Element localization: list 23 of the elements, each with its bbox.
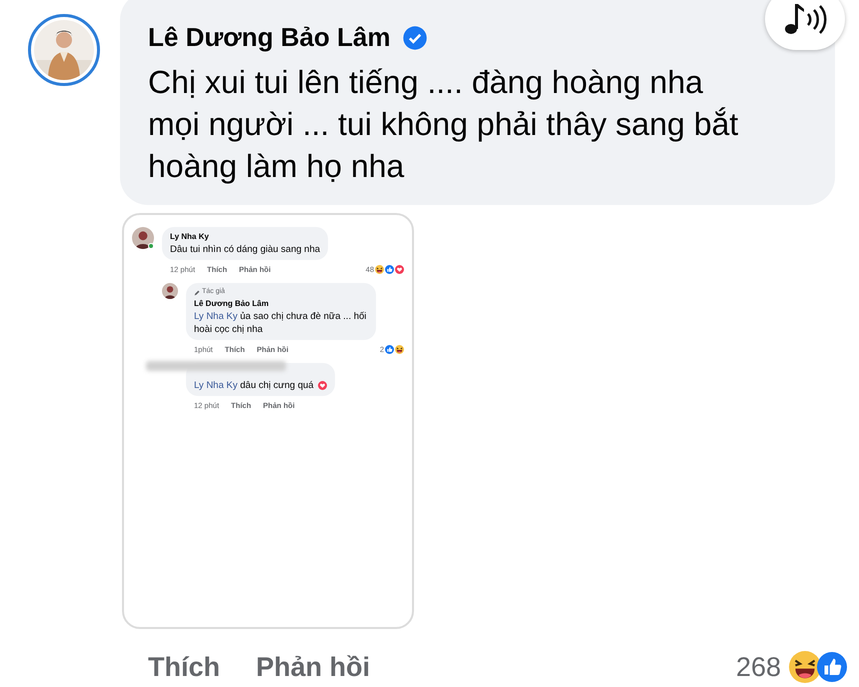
thumbs-up-icon <box>817 652 847 682</box>
reply-link[interactable]: Phản hồi <box>256 647 370 687</box>
pencil-icon <box>194 290 200 296</box>
thumbs-up-icon <box>385 265 394 274</box>
mention-link[interactable]: Ly Nha Ky <box>194 380 238 391</box>
music-note-icon <box>783 2 827 36</box>
laughing-emoji-icon <box>789 651 821 684</box>
comment-text: Chị xui tui lên tiếng .... đàng hoàng nha mọi người ... tui không phải thây sang bắt hoàng làm họ nha <box>148 63 740 186</box>
reply-text: Ly Nha Ky dâu chị cưng quá <box>194 379 327 392</box>
thumbs-up-icon <box>385 344 394 354</box>
heart-icon <box>318 380 327 390</box>
author-name[interactable]: Lê Dương Bảo Lâm <box>148 18 390 57</box>
like-link[interactable]: Thích <box>148 647 220 687</box>
laughing-emoji-icon <box>395 344 404 354</box>
reaction-count: 268 <box>736 651 781 684</box>
commenter-name[interactable]: Ly Nha Ky <box>170 231 320 243</box>
commenter-name[interactable]: Lê Dương Bảo Lâm <box>194 298 368 310</box>
mention-link[interactable]: Ly Nha Ky <box>194 310 238 322</box>
heart-icon <box>395 265 404 274</box>
laughing-emoji-icon <box>375 265 384 274</box>
sound-button[interactable] <box>765 0 845 50</box>
reply-text: Ly Nha Ky ủa sao chị chưa đè nữa ... hối hoài cọc chị nha <box>194 310 368 336</box>
reply-text: Dâu tui nhìn có dáng giàu sang nha <box>170 243 320 256</box>
